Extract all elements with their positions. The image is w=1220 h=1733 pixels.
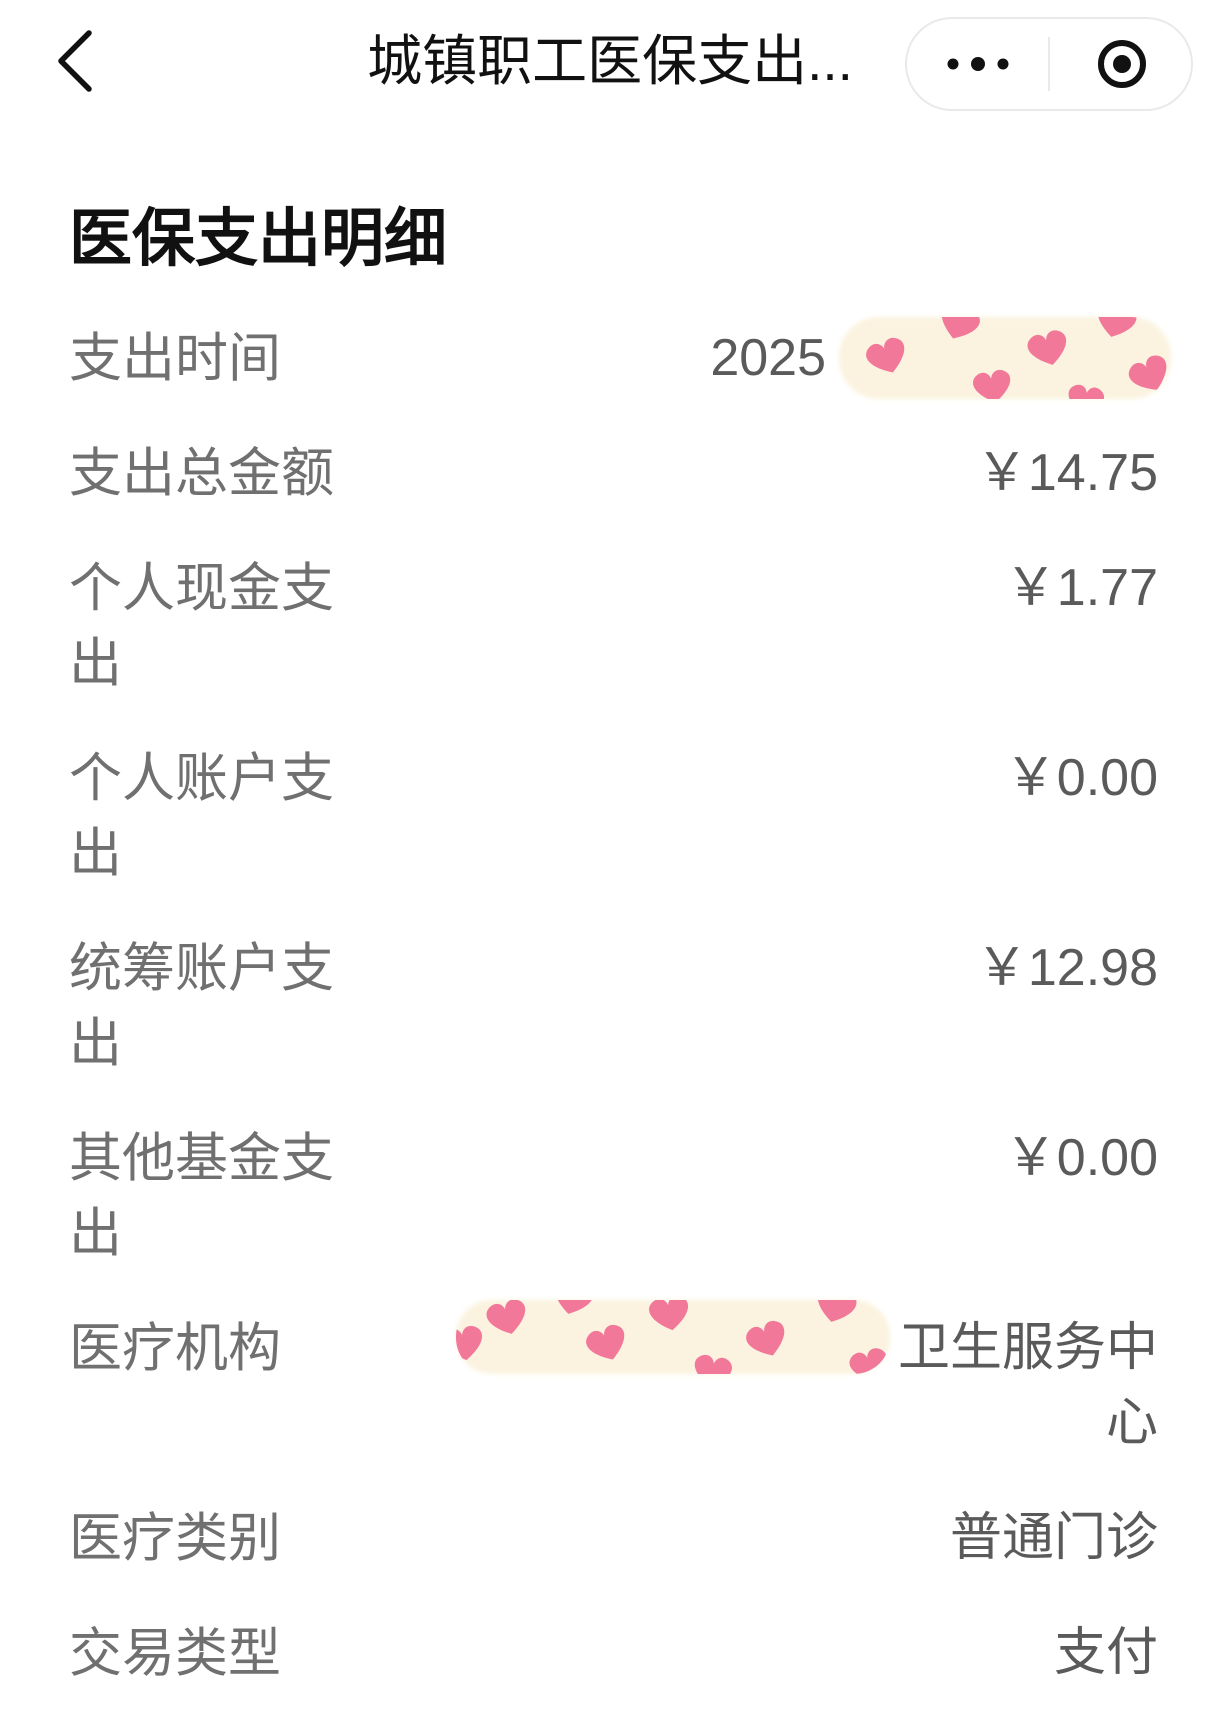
capsule-menu <box>905 17 1193 111</box>
detail-row-total-amount: 支出总金额 ￥14.75 <box>69 416 1158 531</box>
more-dots-icon <box>947 57 1009 71</box>
detail-value: ￥14.75 <box>975 444 1158 502</box>
detail-row-other-fund: 其他基金支出 ￥0.00 <box>69 1101 1158 1291</box>
page-title: 医保支出明细 <box>69 204 447 274</box>
expense-time-value: 2025 <box>710 329 826 387</box>
detail-value: 卫生服务中心 <box>451 1300 1158 1461</box>
detail-value: 普通门诊 <box>949 1509 1158 1567</box>
capsule-divider <box>1048 37 1050 91</box>
detail-label: 支出总金额 <box>69 444 334 503</box>
detail-value: ￥12.98 <box>975 939 1158 997</box>
expense-detail-list: 支出时间 2025 支出总金额 ￥14.75 个人现金支出 ￥1.77 个人账户… <box>69 301 1171 1711</box>
detail-row-personal-cash: 个人现金支出 ￥1.77 <box>69 531 1158 721</box>
detail-label: 支出时间 <box>69 329 281 388</box>
detail-row-pooled-account: 统筹账户支出 ￥12.98 <box>69 911 1158 1101</box>
detail-label: 统筹账户支出 <box>69 939 334 1073</box>
target-circle-icon <box>1098 40 1146 88</box>
medical-insurance-expense-page: 城镇职工医保支出... 医保支出明细 支出时间 2025 支出总金额 ￥14.7… <box>0 0 1220 1733</box>
nav-bar: 城镇职工医保支出... <box>0 0 1220 122</box>
detail-row-personal-account: 个人账户支出 ￥0.00 <box>69 721 1158 911</box>
detail-row-expense-time: 支出时间 2025 <box>69 301 1171 416</box>
detail-row-transaction-type: 交易类型 支付 <box>69 1596 1158 1711</box>
medical-institution-value: 卫生服务中心 <box>897 1319 1158 1452</box>
detail-label: 医疗机构 <box>69 1319 281 1378</box>
detail-label: 个人现金支出 <box>69 559 334 693</box>
detail-value: ￥0.00 <box>1004 749 1158 807</box>
detail-label: 个人账户支出 <box>69 749 334 883</box>
detail-value: 2025 <box>710 317 1171 399</box>
detail-row-medical-institution: 医疗机构 卫生服务中心 <box>69 1291 1158 1481</box>
detail-label: 医疗类别 <box>69 1509 281 1568</box>
more-button[interactable] <box>907 19 1049 109</box>
detail-value: 支付 <box>1053 1624 1158 1682</box>
redaction-sticker <box>826 317 1171 399</box>
detail-label: 其他基金支出 <box>69 1129 334 1263</box>
detail-label: 交易类型 <box>69 1624 281 1683</box>
close-miniprogram-button[interactable] <box>1051 19 1193 109</box>
detail-row-medical-category: 医疗类别 普通门诊 <box>69 1481 1158 1596</box>
redaction-sticker <box>455 1300 898 1386</box>
detail-value: ￥1.77 <box>1004 559 1158 617</box>
detail-value: ￥0.00 <box>1004 1129 1158 1187</box>
